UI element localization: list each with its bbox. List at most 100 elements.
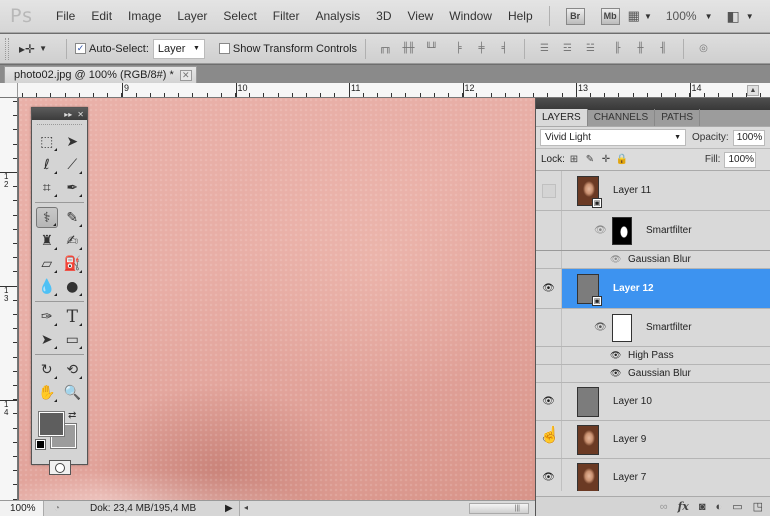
opacity-input[interactable]: 100%	[732, 129, 765, 146]
tab-paths[interactable]: PATHS	[655, 109, 701, 126]
fill-input[interactable]: 100%	[724, 151, 757, 168]
eye-icon[interactable]: 👁	[594, 225, 607, 236]
eye-icon[interactable]: 👁	[542, 395, 556, 409]
blur-tool-icon[interactable]: 💧	[36, 276, 58, 297]
view-extras-button[interactable]: ▦ ▼	[628, 8, 652, 24]
move-tool-icon[interactable]: ➤	[61, 131, 83, 152]
zoom-dropdown[interactable]: 100% ▼	[652, 9, 713, 23]
eye-icon[interactable]: 👁	[542, 282, 556, 296]
distribute-left-icon[interactable]: ╟	[608, 42, 627, 56]
link-icon[interactable]: ∞	[660, 501, 668, 513]
quick-selection-tool-icon[interactable]: ⟋	[61, 154, 83, 175]
tools-panel-header[interactable]: ▸▸ ✕	[32, 108, 87, 120]
3d-orbit-tool-icon[interactable]: ⟲	[61, 359, 83, 380]
new-layer-icon[interactable]: ◳	[753, 500, 763, 513]
menu-image[interactable]: Image	[128, 9, 161, 23]
fx-icon[interactable]: fx	[678, 500, 689, 513]
eye-icon[interactable]: 👁	[542, 471, 556, 485]
smart-filter-row[interactable]: 👁 Smartfilter	[536, 211, 770, 251]
layer-row-selected[interactable]: 👁 ▣ Layer 12	[536, 269, 770, 309]
default-colors-icon[interactable]	[35, 439, 46, 450]
menu-window[interactable]: Window	[449, 9, 492, 23]
foreground-color-swatch[interactable]	[38, 411, 65, 437]
collapse-icon[interactable]: ▸▸	[64, 110, 72, 119]
eyedropper-tool-icon[interactable]: ✒	[61, 177, 83, 198]
eye-icon[interactable]: 👁	[594, 322, 607, 333]
scroll-left-arrow[interactable]: ◂	[244, 503, 248, 512]
eye-icon[interactable]: 👁	[610, 368, 622, 379]
distribute-horizontal-centers-icon[interactable]: ╫	[631, 42, 650, 56]
layer-row[interactable]: 👁 Layer 7	[536, 459, 770, 491]
clone-stamp-tool-icon[interactable]: ♜	[36, 230, 58, 251]
layer-row[interactable]: 👁 Layer 9	[536, 421, 770, 459]
image-canvas[interactable]	[19, 98, 535, 500]
distribute-right-icon[interactable]: ╢	[654, 42, 673, 56]
zoom-tool-icon[interactable]: 🔍	[61, 382, 83, 403]
distribute-bottom-icon[interactable]: ☱	[581, 42, 600, 56]
tab-layers[interactable]: LAYERS	[536, 109, 588, 126]
brush-tool-icon[interactable]: ✎	[61, 207, 83, 228]
rectangle-tool-icon[interactable]: ▭	[61, 329, 83, 350]
align-horizontal-centers-icon[interactable]: ╪	[472, 42, 491, 56]
filter-row[interactable]: 👁 Gaussian Blur	[536, 251, 770, 269]
align-top-edges-icon[interactable]: ╓╖	[376, 42, 395, 56]
lock-transparency-icon[interactable]: ⊞	[567, 153, 581, 167]
close-icon[interactable]: ✕	[179, 69, 192, 81]
layer-row[interactable]: 👁 Layer 10	[536, 383, 770, 421]
visibility-toggle[interactable]	[541, 183, 556, 198]
bridge-button[interactable]: Br	[565, 7, 585, 25]
tool-preset-picker[interactable]: ▸✛ ▼	[19, 42, 64, 56]
lock-pixels-icon[interactable]: ✎	[583, 153, 597, 167]
document-tab[interactable]: photo02.jpg @ 100% (RGB/8#) * ✕	[4, 66, 197, 83]
align-vertical-centers-icon[interactable]: ╫╫	[399, 42, 418, 56]
layer-row[interactable]: ▣ Layer 11	[536, 171, 770, 211]
scroll-up-arrow[interactable]: ▲	[747, 85, 759, 96]
ruler-origin[interactable]	[0, 83, 18, 98]
filter-row[interactable]: 👁 High Pass	[536, 347, 770, 365]
menu-analysis[interactable]: Analysis	[315, 9, 360, 23]
menu-view[interactable]: View	[407, 9, 433, 23]
pen-tool-icon[interactable]: ✑	[36, 306, 58, 327]
auto-select-dropdown[interactable]: Layer ▼	[152, 38, 205, 59]
options-grip[interactable]	[5, 37, 9, 60]
scrollbar-thumb[interactable]: |||	[469, 503, 529, 514]
eye-icon[interactable]: 👁	[610, 254, 622, 265]
type-tool-icon[interactable]: T	[61, 306, 83, 327]
mini-bridge-button[interactable]: Mb	[600, 7, 620, 25]
3d-rotate-tool-icon[interactable]: ↻	[36, 359, 58, 380]
adjustment-icon[interactable]: ◐	[716, 501, 723, 513]
align-right-edges-icon[interactable]: ╡	[495, 42, 514, 56]
menu-layer[interactable]: Layer	[177, 9, 207, 23]
ruler-vertical[interactable]: 12 13 14	[0, 98, 18, 500]
menu-filter[interactable]: Filter	[273, 9, 300, 23]
swap-colors-icon[interactable]: ⇄	[68, 410, 76, 421]
close-icon[interactable]: ✕	[77, 110, 84, 119]
mask-icon[interactable]: ◙	[699, 501, 706, 513]
eraser-tool-icon[interactable]: ▱	[36, 253, 58, 274]
show-transform-controls-checkbox[interactable]: Show Transform Controls	[218, 43, 357, 55]
quick-mask-button[interactable]	[48, 460, 71, 475]
healing-brush-tool-icon[interactable]: ⚕	[35, 207, 58, 228]
hand-tool-icon[interactable]: ✋	[36, 382, 58, 403]
status-zoom-input[interactable]: 100%	[0, 501, 44, 516]
dodge-tool-icon[interactable]: ●	[61, 276, 83, 297]
lasso-tool-icon[interactable]: ℓ	[36, 154, 58, 175]
align-left-edges-icon[interactable]: ╞	[449, 42, 468, 56]
smart-filter-row[interactable]: 👁 Smartfilter	[536, 309, 770, 347]
menu-file[interactable]: File	[56, 9, 75, 23]
menu-3d[interactable]: 3D	[376, 9, 391, 23]
group-icon[interactable]: ▭	[732, 500, 742, 513]
auto-align-layers-icon[interactable]: ◎	[694, 42, 713, 56]
paint-bucket-tool-icon[interactable]: ⛽	[61, 253, 83, 274]
distribute-top-icon[interactable]: ☰	[535, 42, 554, 56]
ruler-horizontal[interactable]: 9 10 11 12 13 14	[18, 83, 770, 98]
eye-icon[interactable]: 👁	[610, 350, 622, 361]
auto-select-checkbox[interactable]: ✓ Auto-Select:	[75, 43, 149, 55]
lock-all-icon[interactable]: 🔒	[615, 153, 629, 167]
menu-help[interactable]: Help	[508, 9, 533, 23]
path-selection-tool-icon[interactable]: ➤	[36, 329, 58, 350]
menu-select[interactable]: Select	[223, 9, 256, 23]
tab-channels[interactable]: CHANNELS	[588, 109, 656, 126]
history-brush-tool-icon[interactable]: ✍	[61, 230, 83, 251]
marquee-tool-icon[interactable]: ⬚	[36, 131, 58, 152]
